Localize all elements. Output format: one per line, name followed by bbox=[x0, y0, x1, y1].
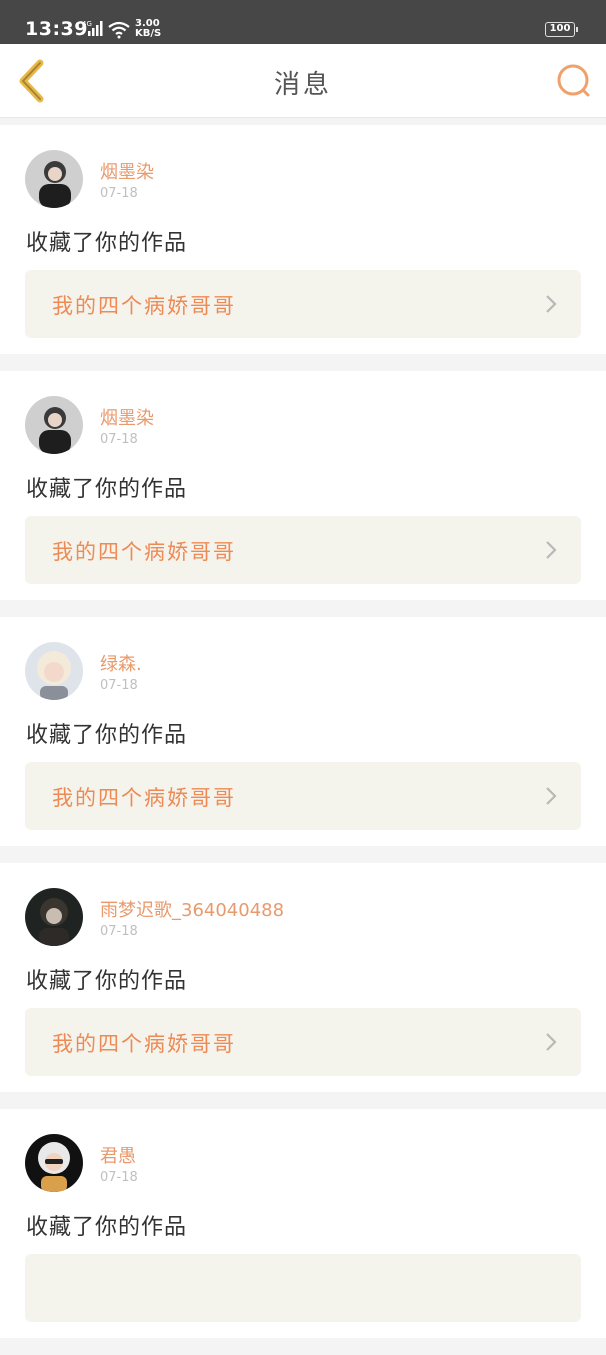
status-bar: 13:39 4G 3.00 KB/S 100 bbox=[0, 0, 606, 44]
notification-list: 烟墨染 07-18 收藏了你的作品 我的四个病娇哥哥 烟墨染 07-18 收藏了… bbox=[0, 125, 606, 1355]
action-text: 收藏了你的作品 bbox=[26, 723, 188, 748]
date: 07-18 bbox=[100, 432, 138, 447]
date: 07-18 bbox=[100, 1170, 138, 1185]
username[interactable]: 君愚 bbox=[100, 1142, 136, 1168]
username[interactable]: 绿森. bbox=[100, 650, 142, 676]
chevron-right-icon bbox=[545, 1032, 557, 1056]
work-title: 我的四个病娇哥哥 bbox=[52, 540, 236, 564]
chevron-right-icon bbox=[545, 540, 557, 564]
work-link[interactable] bbox=[25, 1254, 581, 1322]
notification-card: 烟墨染 07-18 收藏了你的作品 我的四个病娇哥哥 bbox=[0, 125, 606, 354]
status-time: 13:39 bbox=[25, 18, 88, 40]
work-title: 我的四个病娇哥哥 bbox=[52, 294, 236, 318]
action-text: 收藏了你的作品 bbox=[26, 1215, 188, 1240]
work-link[interactable]: 我的四个病娇哥哥 bbox=[25, 762, 581, 830]
work-link[interactable]: 我的四个病娇哥哥 bbox=[25, 516, 581, 584]
notification-card: 君愚 07-18 收藏了你的作品 bbox=[0, 1109, 606, 1338]
network-type: 4G bbox=[82, 20, 92, 28]
date: 07-18 bbox=[100, 186, 138, 201]
wifi-icon bbox=[107, 21, 131, 43]
avatar[interactable] bbox=[25, 1134, 83, 1192]
username[interactable]: 烟墨染 bbox=[100, 158, 154, 184]
signal-icon: 4G bbox=[82, 20, 104, 40]
avatar[interactable] bbox=[25, 150, 83, 208]
action-text: 收藏了你的作品 bbox=[26, 231, 188, 256]
search-icon[interactable] bbox=[554, 62, 592, 100]
action-text: 收藏了你的作品 bbox=[26, 477, 188, 502]
notification-card: 绿森. 07-18 收藏了你的作品 我的四个病娇哥哥 bbox=[0, 617, 606, 846]
network-speed: 3.00 KB/S bbox=[135, 19, 161, 39]
chevron-right-icon bbox=[545, 294, 557, 318]
chevron-right-icon bbox=[545, 786, 557, 810]
notification-card: 烟墨染 07-18 收藏了你的作品 我的四个病娇哥哥 bbox=[0, 371, 606, 600]
avatar[interactable] bbox=[25, 396, 83, 454]
page-title: 消息 bbox=[273, 70, 332, 100]
speed-unit: KB/S bbox=[135, 28, 162, 39]
action-text: 收藏了你的作品 bbox=[26, 969, 188, 994]
avatar[interactable] bbox=[25, 642, 83, 700]
avatar[interactable] bbox=[25, 888, 83, 946]
work-link[interactable]: 我的四个病娇哥哥 bbox=[25, 1008, 581, 1076]
username[interactable]: 雨梦迟歌_364040488 bbox=[100, 896, 284, 922]
work-title: 我的四个病娇哥哥 bbox=[52, 786, 236, 810]
work-title: 我的四个病娇哥哥 bbox=[52, 1032, 236, 1056]
date: 07-18 bbox=[100, 678, 138, 693]
notification-card: 雨梦迟歌_364040488 07-18 收藏了你的作品 我的四个病娇哥哥 bbox=[0, 863, 606, 1092]
top-nav-bar: 消息 bbox=[0, 44, 606, 118]
date: 07-18 bbox=[100, 924, 138, 939]
work-link[interactable]: 我的四个病娇哥哥 bbox=[25, 270, 581, 338]
username[interactable]: 烟墨染 bbox=[100, 404, 154, 430]
battery-icon: 100 bbox=[545, 22, 578, 37]
